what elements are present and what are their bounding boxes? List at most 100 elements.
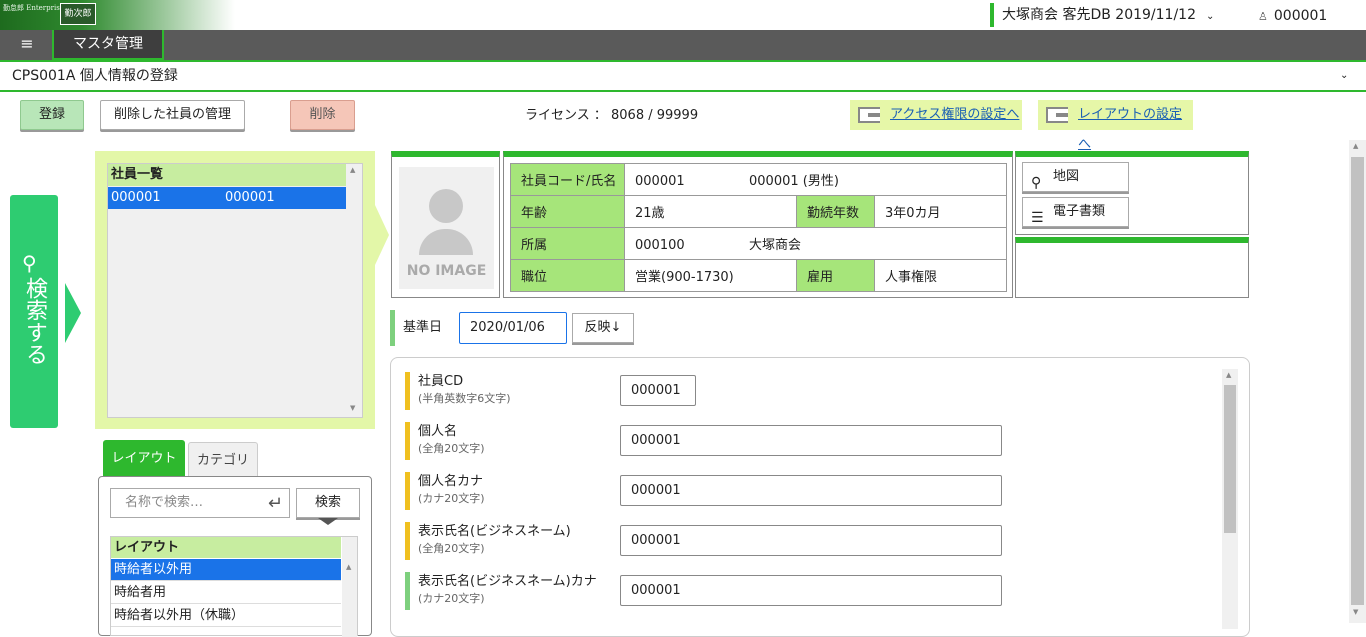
search-icon: ⚲: [22, 251, 37, 275]
search-tab-label: 検索する: [22, 277, 47, 365]
user-id: 000001: [1273, 8, 1328, 24]
tab-category[interactable]: カテゴリ: [188, 442, 258, 478]
dropdown-triangle-icon: [318, 518, 338, 525]
layout-search-button[interactable]: 検索: [296, 488, 360, 518]
employee-code: 000001: [111, 190, 161, 205]
dept-code-value: 000100: [635, 238, 685, 253]
employee-info-table: 社員コード/氏名 000001 000001 (男性) 年齢 21歳 勤続年数 3…: [510, 163, 1007, 292]
employee-name: 000001: [225, 190, 275, 205]
apply-button[interactable]: 反映↓: [572, 313, 634, 343]
nav-bar: [0, 30, 1366, 60]
scroll-up-icon[interactable]: ▲: [346, 563, 351, 571]
documents-button-label: 電子書類: [1053, 204, 1106, 219]
field-hint: (カナ20文字): [418, 592, 485, 605]
layout-settings-link[interactable]: レイアウトの設定へ: [1038, 100, 1193, 152]
layout-list-item[interactable]: 時給者用: [111, 582, 341, 604]
employee-row[interactable]: 000001 000001: [108, 187, 346, 209]
employee-list-header: 社員一覧: [108, 164, 346, 186]
dept-label: 所属: [510, 227, 625, 260]
document-list-icon: ☰: [1031, 210, 1044, 226]
code-name-label: 社員コード/氏名: [510, 163, 625, 196]
employee-panel-arrow: [375, 205, 389, 265]
side-empty-frame: [1015, 237, 1249, 298]
screen-selector[interactable]: [0, 60, 1366, 92]
field-label: 表示氏名(ビジネスネーム): [418, 524, 571, 539]
manage-deleted-button[interactable]: 削除した社員の管理: [100, 100, 245, 130]
code-name-value: 000001 000001 (男性): [624, 163, 1007, 196]
chevron-down-icon[interactable]: ⌄: [1340, 66, 1348, 86]
scroll-up-icon[interactable]: ▲: [350, 166, 355, 174]
license-count: ライセンス ： 8068 / 99999: [525, 108, 699, 123]
page-scroll-thumb[interactable]: [1351, 157, 1364, 605]
layout-list-item[interactable]: 時給者以外用（休職）: [111, 605, 341, 627]
enter-icon: ↵: [267, 493, 283, 514]
scroll-up-icon[interactable]: ▲: [1353, 142, 1358, 150]
base-date-input[interactable]: 2020/01/06: [459, 312, 567, 344]
tab-master-management[interactable]: マスタ管理: [52, 30, 164, 60]
screen-title: CPS001A 個人情報の登録: [12, 68, 178, 84]
personal-name-kana-input[interactable]: 000001: [620, 475, 1002, 506]
scroll-down-icon[interactable]: ▼: [1353, 608, 1358, 616]
app-logo: 勤怠郎 Enterprise 勤次郎: [0, 0, 235, 30]
field-hint: (カナ20文字): [418, 492, 485, 505]
user-menu[interactable]: ♙ 000001: [1258, 4, 1327, 28]
date-accent-bar: [390, 310, 395, 346]
logo-subtitle: 勤怠郎 Enterprise: [3, 4, 64, 12]
required-accent-bar: [405, 472, 410, 510]
tenure-label: 勤続年数: [796, 195, 875, 228]
delete-button[interactable]: 削除: [290, 100, 355, 130]
field-hint: (半角英数字6文字): [418, 392, 511, 405]
employee-cd-input[interactable]: 000001: [620, 375, 696, 406]
age-label: 年齢: [510, 195, 625, 228]
required-accent-bar: [405, 422, 410, 460]
scroll-down-icon[interactable]: ▼: [350, 404, 355, 412]
layout-list-scrollbar[interactable]: ▲: [342, 537, 357, 637]
avatar-head-icon: [429, 189, 463, 223]
map-button[interactable]: ⚲ 地図: [1022, 162, 1129, 192]
position-label: 職位: [510, 259, 625, 292]
exit-arrow-icon: [858, 107, 880, 123]
chevron-down-icon: ⌄: [1205, 11, 1215, 22]
employment-value: 人事権限: [874, 259, 1007, 292]
map-button-label: 地図: [1053, 169, 1080, 184]
field-hint: (全角20文字): [418, 442, 485, 455]
personal-name-input[interactable]: 000001: [620, 425, 1002, 456]
position-value: 営業(900-1730): [624, 259, 797, 292]
form-scroll-thumb[interactable]: [1224, 385, 1236, 533]
field-label: 社員CD: [418, 374, 464, 389]
dept-value: 000100 大塚商会: [624, 227, 1007, 260]
layout-list-header: レイアウト: [111, 537, 341, 558]
field-label: 個人名カナ: [418, 474, 484, 489]
employee-name-value: 000001 (男性): [749, 174, 839, 189]
register-button[interactable]: 登録: [20, 100, 84, 130]
menu-icon[interactable]: ≡: [2, 30, 52, 58]
age-value: 21歳: [624, 195, 797, 228]
layout-search-input[interactable]: 名称で検索… ↵: [110, 488, 290, 518]
employee-photo[interactable]: NO IMAGE: [399, 167, 494, 289]
display-name-input[interactable]: 000001: [620, 525, 1002, 556]
tenure-value: 3年0カ月: [874, 195, 1007, 228]
user-icon: ♙: [1258, 10, 1268, 23]
map-pin-icon: ⚲: [1031, 175, 1042, 191]
search-toggle-tab[interactable]: ⚲ 検索する: [10, 195, 58, 428]
required-accent-bar: [405, 522, 410, 560]
electronic-documents-button[interactable]: ☰ 電子書類: [1022, 197, 1129, 227]
tenant-selector[interactable]: 大塚商会 客先DB 2019/11/12 ⌄: [990, 3, 1214, 27]
access-settings-link[interactable]: アクセス権限の設定へ: [850, 100, 1022, 130]
employee-list-scrollbar[interactable]: ▲ ▼: [346, 164, 362, 417]
employment-label: 雇用: [796, 259, 875, 292]
employee-code-value: 000001: [635, 174, 685, 189]
optional-accent-bar: [405, 572, 410, 610]
scroll-up-icon[interactable]: ▲: [1226, 371, 1231, 379]
tab-layout[interactable]: レイアウト: [103, 440, 185, 478]
field-label: 表示氏名(ビジネスネーム)カナ: [418, 574, 597, 589]
required-accent-bar: [405, 372, 410, 410]
display-name-kana-input[interactable]: 000001: [620, 575, 1002, 606]
logo-mark: 勤次郎: [60, 3, 96, 25]
access-settings-label: アクセス権限の設定へ: [890, 107, 1020, 122]
avatar-body-icon: [419, 229, 473, 255]
base-date-label: 基準日: [403, 320, 443, 335]
layout-list-item[interactable]: 時給者以外用: [111, 559, 341, 581]
layout-settings-label: レイアウトの設定へ: [1078, 107, 1183, 152]
tenant-label: 大塚商会 客先DB 2019/11/12: [1002, 7, 1196, 23]
